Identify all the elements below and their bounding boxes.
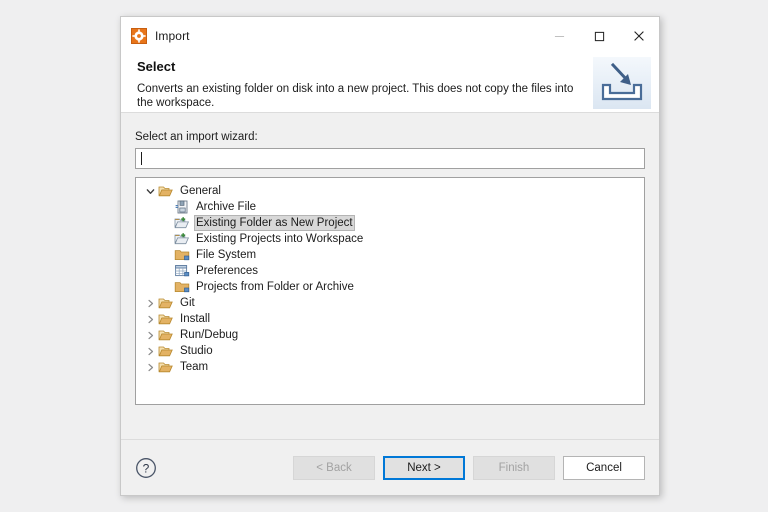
- tree-item-label: Archive File: [196, 201, 257, 213]
- tree-item-general[interactable]: General: [136, 183, 644, 199]
- archive-file-icon: [174, 199, 190, 215]
- footer-button-group: < Back Next > Finish Cancel: [285, 455, 645, 480]
- open-folder-icon: [158, 343, 174, 359]
- tree-item-preferences[interactable]: Preferences: [136, 263, 644, 279]
- tree-item-team[interactable]: Team: [136, 359, 644, 375]
- tree-item-git[interactable]: Git: [136, 295, 644, 311]
- tree-item-existing-projects-into-workspace[interactable]: Existing Projects into Workspace: [136, 231, 644, 247]
- tree-item-label: Existing Folder as New Project: [194, 215, 355, 231]
- finish-button: Finish: [473, 455, 555, 480]
- tree-item-projects-from-folder-or-archive[interactable]: Projects from Folder or Archive: [136, 279, 644, 295]
- open-folder-icon: [158, 327, 174, 343]
- maximize-button[interactable]: [579, 17, 619, 55]
- back-button: < Back: [293, 455, 375, 480]
- dialog-body: Select an import wizard: General Archive …: [121, 113, 659, 439]
- help-question-icon[interactable]: ?: [135, 457, 157, 479]
- tree-item-label: General: [180, 185, 221, 197]
- open-folder-icon: [158, 183, 174, 199]
- tree-item-archive-file[interactable]: Archive File: [136, 199, 644, 215]
- folder-icon: [174, 247, 190, 263]
- svg-text:?: ?: [143, 461, 150, 475]
- tree-item-label: Team: [180, 361, 209, 373]
- folder-icon: [174, 279, 190, 295]
- tree-item-studio[interactable]: Studio: [136, 343, 644, 359]
- open-folder-icon: [158, 359, 174, 375]
- chevron-right-icon[interactable]: [142, 359, 158, 375]
- next-button[interactable]: Next >: [383, 455, 465, 480]
- gear-icon: [131, 28, 147, 44]
- minimize-button[interactable]: [539, 17, 579, 55]
- chevron-right-icon[interactable]: [142, 327, 158, 343]
- filter-label: Select an import wizard:: [135, 131, 258, 143]
- chevron-right-icon[interactable]: [142, 295, 158, 311]
- cancel-button[interactable]: Cancel: [563, 455, 645, 480]
- tree-item-label: Preferences: [196, 265, 259, 277]
- wizard-header: Select Converts an existing folder on di…: [121, 55, 659, 113]
- chevron-right-icon[interactable]: [142, 311, 158, 327]
- text-caret: [141, 152, 142, 165]
- tree-item-label: Install: [180, 313, 211, 325]
- import-dialog: Import Select Converts an existing folde…: [120, 16, 660, 496]
- tree-item-install[interactable]: Install: [136, 311, 644, 327]
- window-controls: [539, 17, 659, 55]
- page-description: Converts an existing folder on disk into…: [137, 83, 574, 109]
- tree-item-file-system[interactable]: File System: [136, 247, 644, 263]
- open-folder-icon: [158, 295, 174, 311]
- tree-item-run-debug[interactable]: Run/Debug: [136, 327, 644, 343]
- folder-new-project-icon: [174, 215, 190, 231]
- tree-item-label: Existing Projects into Workspace: [196, 233, 364, 245]
- folder-new-project-icon: [174, 231, 190, 247]
- tree-item-existing-folder-as-new-project[interactable]: Existing Folder as New Project: [136, 215, 644, 231]
- page-title: Select: [137, 59, 176, 74]
- tree-item-label: File System: [196, 249, 257, 261]
- wizard-tree[interactable]: General Archive File Existing Folder as Ne…: [135, 177, 645, 405]
- tree-item-label: Studio: [180, 345, 213, 357]
- window-title: Import: [155, 29, 190, 43]
- preferences-grid-icon: [174, 263, 190, 279]
- chevron-down-icon[interactable]: [142, 183, 158, 199]
- maximize-icon: [594, 31, 604, 41]
- dialog-footer: ? < Back Next > Finish Cancel: [121, 439, 659, 495]
- title-bar: Import: [121, 17, 659, 55]
- chevron-right-icon[interactable]: [142, 343, 158, 359]
- tree-item-label: Git: [180, 297, 195, 309]
- wizard-filter-input[interactable]: [135, 148, 645, 169]
- open-folder-icon: [158, 311, 174, 327]
- minimize-icon: [554, 35, 564, 37]
- tree-item-label: Projects from Folder or Archive: [196, 281, 354, 293]
- tree-item-label: Run/Debug: [180, 329, 239, 341]
- close-icon: [634, 31, 644, 41]
- import-tray-icon: [593, 57, 651, 109]
- close-button[interactable]: [619, 17, 659, 55]
